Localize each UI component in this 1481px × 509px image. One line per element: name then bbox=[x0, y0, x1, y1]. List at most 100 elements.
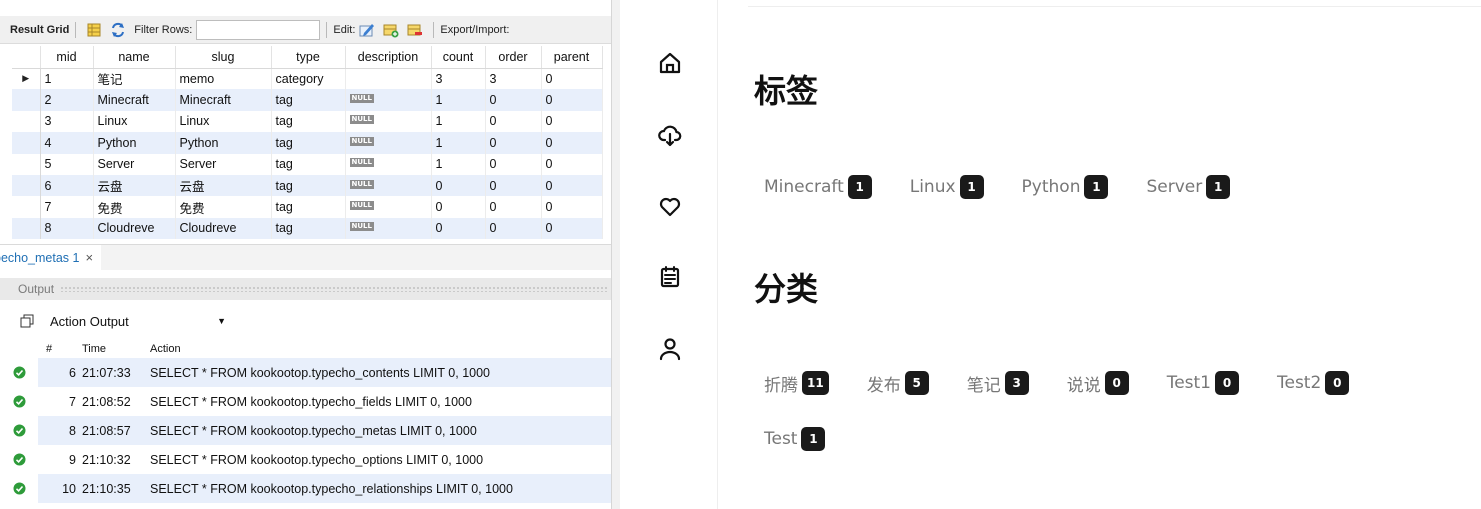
copy-icon[interactable] bbox=[20, 314, 34, 328]
insert-row-icon[interactable] bbox=[383, 22, 399, 38]
refresh-icon[interactable] bbox=[110, 22, 126, 38]
current-row-marker-icon[interactable]: ▶ bbox=[12, 68, 41, 90]
table-cell-parent[interactable]: 0 bbox=[541, 153, 603, 175]
table-cell-type[interactable]: tag bbox=[271, 132, 346, 154]
home-icon[interactable] bbox=[657, 50, 683, 76]
row-header[interactable] bbox=[12, 174, 41, 197]
cloud-download-icon[interactable] bbox=[657, 122, 683, 148]
heart-icon[interactable] bbox=[657, 194, 683, 220]
table-cell-mid[interactable]: 8 bbox=[40, 217, 94, 240]
category-link[interactable]: 折腾 11 bbox=[764, 355, 829, 411]
table-cell-mid[interactable]: 1 bbox=[40, 68, 94, 90]
table-cell-order[interactable]: 0 bbox=[485, 132, 542, 154]
table-row[interactable]: 6 云盘 云盘 tag NULL 0 0 0 bbox=[12, 174, 603, 197]
action-output-row[interactable]: 8 21:08:57 SELECT * FROM kookootop.typecho… bbox=[0, 416, 611, 445]
table-cell-name[interactable]: 云盘 bbox=[93, 174, 176, 197]
table-cell-parent[interactable]: 0 bbox=[541, 196, 603, 218]
table-cell-parent[interactable]: 0 bbox=[541, 217, 603, 240]
table-cell-parent[interactable]: 0 bbox=[541, 110, 603, 133]
table-row[interactable]: 7 免费 免费 tag NULL 0 0 0 bbox=[12, 196, 603, 218]
table-cell-slug[interactable]: 云盘 bbox=[175, 174, 272, 197]
category-link[interactable]: 发布 5 bbox=[867, 355, 929, 411]
tag-link[interactable]: Minecraft 1 bbox=[764, 159, 872, 215]
close-icon[interactable]: × bbox=[85, 250, 93, 265]
form-editor-icon[interactable] bbox=[86, 22, 102, 38]
column-header[interactable]: parent bbox=[541, 46, 603, 69]
row-header[interactable] bbox=[12, 217, 41, 240]
row-header[interactable] bbox=[12, 132, 41, 154]
row-header[interactable] bbox=[12, 196, 41, 218]
calendar-icon[interactable] bbox=[657, 264, 683, 290]
table-cell-description[interactable]: NULL bbox=[345, 217, 432, 240]
column-header[interactable]: order bbox=[485, 46, 542, 69]
column-header[interactable]: Action bbox=[146, 343, 611, 355]
table-row[interactable]: 5 Server Server tag NULL 1 0 0 bbox=[12, 153, 603, 175]
table-cell-mid[interactable]: 2 bbox=[40, 89, 94, 111]
category-link[interactable]: 笔记 3 bbox=[967, 355, 1029, 411]
tab-result-typecho-metas[interactable]: pecho_metas 1 × bbox=[0, 244, 102, 271]
table-cell-count[interactable]: 0 bbox=[431, 174, 486, 197]
table-cell-count[interactable]: 0 bbox=[431, 196, 486, 218]
result-grid-button[interactable]: Result Grid bbox=[10, 24, 69, 36]
table-cell-parent[interactable]: 0 bbox=[541, 89, 603, 111]
column-header[interactable]: count bbox=[431, 46, 486, 69]
row-header[interactable] bbox=[12, 110, 41, 133]
column-header[interactable]: slug bbox=[175, 46, 272, 69]
table-cell-order[interactable]: 0 bbox=[485, 196, 542, 218]
table-cell-name[interactable]: Linux bbox=[93, 110, 176, 133]
category-link[interactable]: Test2 0 bbox=[1277, 355, 1350, 411]
column-header[interactable]: Time bbox=[80, 343, 146, 355]
drag-handle[interactable] bbox=[60, 286, 608, 292]
table-cell-name[interactable]: Cloudreve bbox=[93, 217, 176, 240]
table-cell-parent[interactable]: 0 bbox=[541, 68, 603, 90]
table-cell-name[interactable]: Minecraft bbox=[93, 89, 176, 111]
table-cell-description[interactable] bbox=[345, 68, 432, 90]
column-header[interactable]: mid bbox=[40, 46, 94, 69]
table-row[interactable]: 2 Minecraft Minecraft tag NULL 1 0 0 bbox=[12, 89, 603, 111]
table-cell-slug[interactable]: 免费 bbox=[175, 196, 272, 218]
table-cell-description[interactable]: NULL bbox=[345, 196, 432, 218]
table-cell-description[interactable]: NULL bbox=[345, 153, 432, 175]
table-cell-name[interactable]: Server bbox=[93, 153, 176, 175]
table-cell-parent[interactable]: 0 bbox=[541, 174, 603, 197]
table-cell-type[interactable]: tag bbox=[271, 153, 346, 175]
category-link[interactable]: Test 1 bbox=[764, 411, 826, 467]
table-cell-slug[interactable]: Minecraft bbox=[175, 89, 272, 111]
table-cell-count[interactable]: 1 bbox=[431, 110, 486, 133]
table-cell-description[interactable]: NULL bbox=[345, 132, 432, 154]
table-cell-order[interactable]: 0 bbox=[485, 217, 542, 240]
row-header[interactable] bbox=[12, 89, 41, 111]
table-cell-name[interactable]: 笔记 bbox=[93, 68, 176, 90]
table-cell-mid[interactable]: 6 bbox=[40, 174, 94, 197]
table-cell-type[interactable]: tag bbox=[271, 217, 346, 240]
column-header[interactable]: description bbox=[345, 46, 432, 69]
table-cell-slug[interactable]: Linux bbox=[175, 110, 272, 133]
category-link[interactable]: 说说 0 bbox=[1067, 355, 1129, 411]
table-cell-order[interactable]: 0 bbox=[485, 110, 542, 133]
table-cell-slug[interactable]: Server bbox=[175, 153, 272, 175]
action-output-row[interactable]: 7 21:08:52 SELECT * FROM kookootop.typecho… bbox=[0, 387, 611, 416]
table-cell-description[interactable]: NULL bbox=[345, 110, 432, 133]
table-cell-order[interactable]: 0 bbox=[485, 174, 542, 197]
table-cell-type[interactable]: category bbox=[271, 68, 346, 90]
table-cell-count[interactable]: 1 bbox=[431, 153, 486, 175]
table-cell-mid[interactable]: 3 bbox=[40, 110, 94, 133]
column-header[interactable]: type bbox=[271, 46, 346, 69]
row-header[interactable] bbox=[12, 153, 41, 175]
table-cell-mid[interactable]: 7 bbox=[40, 196, 94, 218]
tag-link[interactable]: Server 1 bbox=[1146, 159, 1231, 215]
table-cell-mid[interactable]: 5 bbox=[40, 153, 94, 175]
table-cell-description[interactable]: NULL bbox=[345, 89, 432, 111]
user-icon[interactable] bbox=[657, 336, 683, 362]
category-link[interactable]: Test1 0 bbox=[1167, 355, 1239, 411]
table-row[interactable]: ▶ 1 笔记 memo category 3 3 0 bbox=[12, 68, 603, 90]
table-cell-parent[interactable]: 0 bbox=[541, 132, 603, 154]
table-cell-description[interactable]: NULL bbox=[345, 174, 432, 197]
table-cell-name[interactable]: 免费 bbox=[93, 196, 176, 218]
table-cell-type[interactable]: tag bbox=[271, 196, 346, 218]
table-cell-count[interactable]: 3 bbox=[431, 68, 486, 90]
table-cell-order[interactable]: 0 bbox=[485, 89, 542, 111]
action-output-row[interactable]: 6 21:07:33 SELECT * FROM kookootop.typecho… bbox=[0, 358, 611, 387]
table-row[interactable]: 3 Linux Linux tag NULL 1 0 0 bbox=[12, 110, 603, 133]
column-header[interactable]: # bbox=[38, 343, 80, 355]
